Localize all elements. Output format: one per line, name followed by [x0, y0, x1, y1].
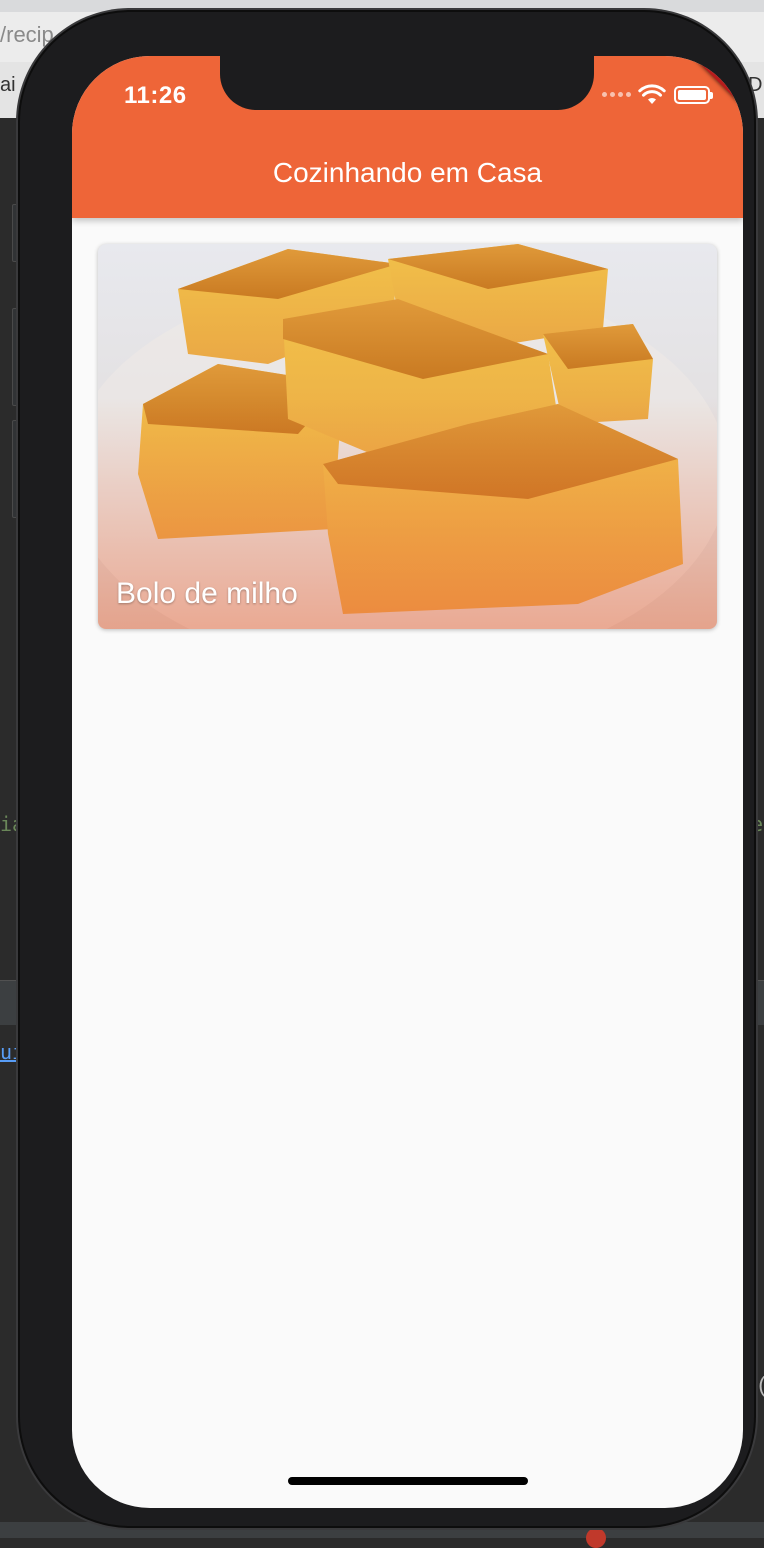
debug-banner-label: DEBUG: [692, 56, 743, 110]
device-notch: [220, 56, 594, 110]
phone-screen: 11:26 Cozinhando em Casa DEBUG Bolo de m…: [72, 56, 743, 1508]
wifi-icon: [638, 84, 666, 104]
ide-status-indicator[interactable]: [586, 1528, 606, 1548]
ide-path-fragment: /recip: [0, 22, 54, 47]
home-indicator[interactable]: [288, 1477, 528, 1485]
status-time: 11:26: [124, 82, 187, 109]
recipe-card[interactable]: Bolo de milho: [98, 244, 717, 629]
cellular-signal-icon: [602, 92, 631, 97]
debug-banner: DEBUG: [692, 56, 743, 110]
app-bar-title: Cozinhando em Casa: [272, 157, 543, 188]
recipe-title: Bolo de milho: [116, 577, 298, 610]
ide-tab-fragment[interactable]: ai: [0, 74, 16, 97]
phone-frame: 11:26 Cozinhando em Casa DEBUG Bolo de m…: [20, 12, 754, 1526]
recipe-card-overlay: [98, 244, 717, 629]
